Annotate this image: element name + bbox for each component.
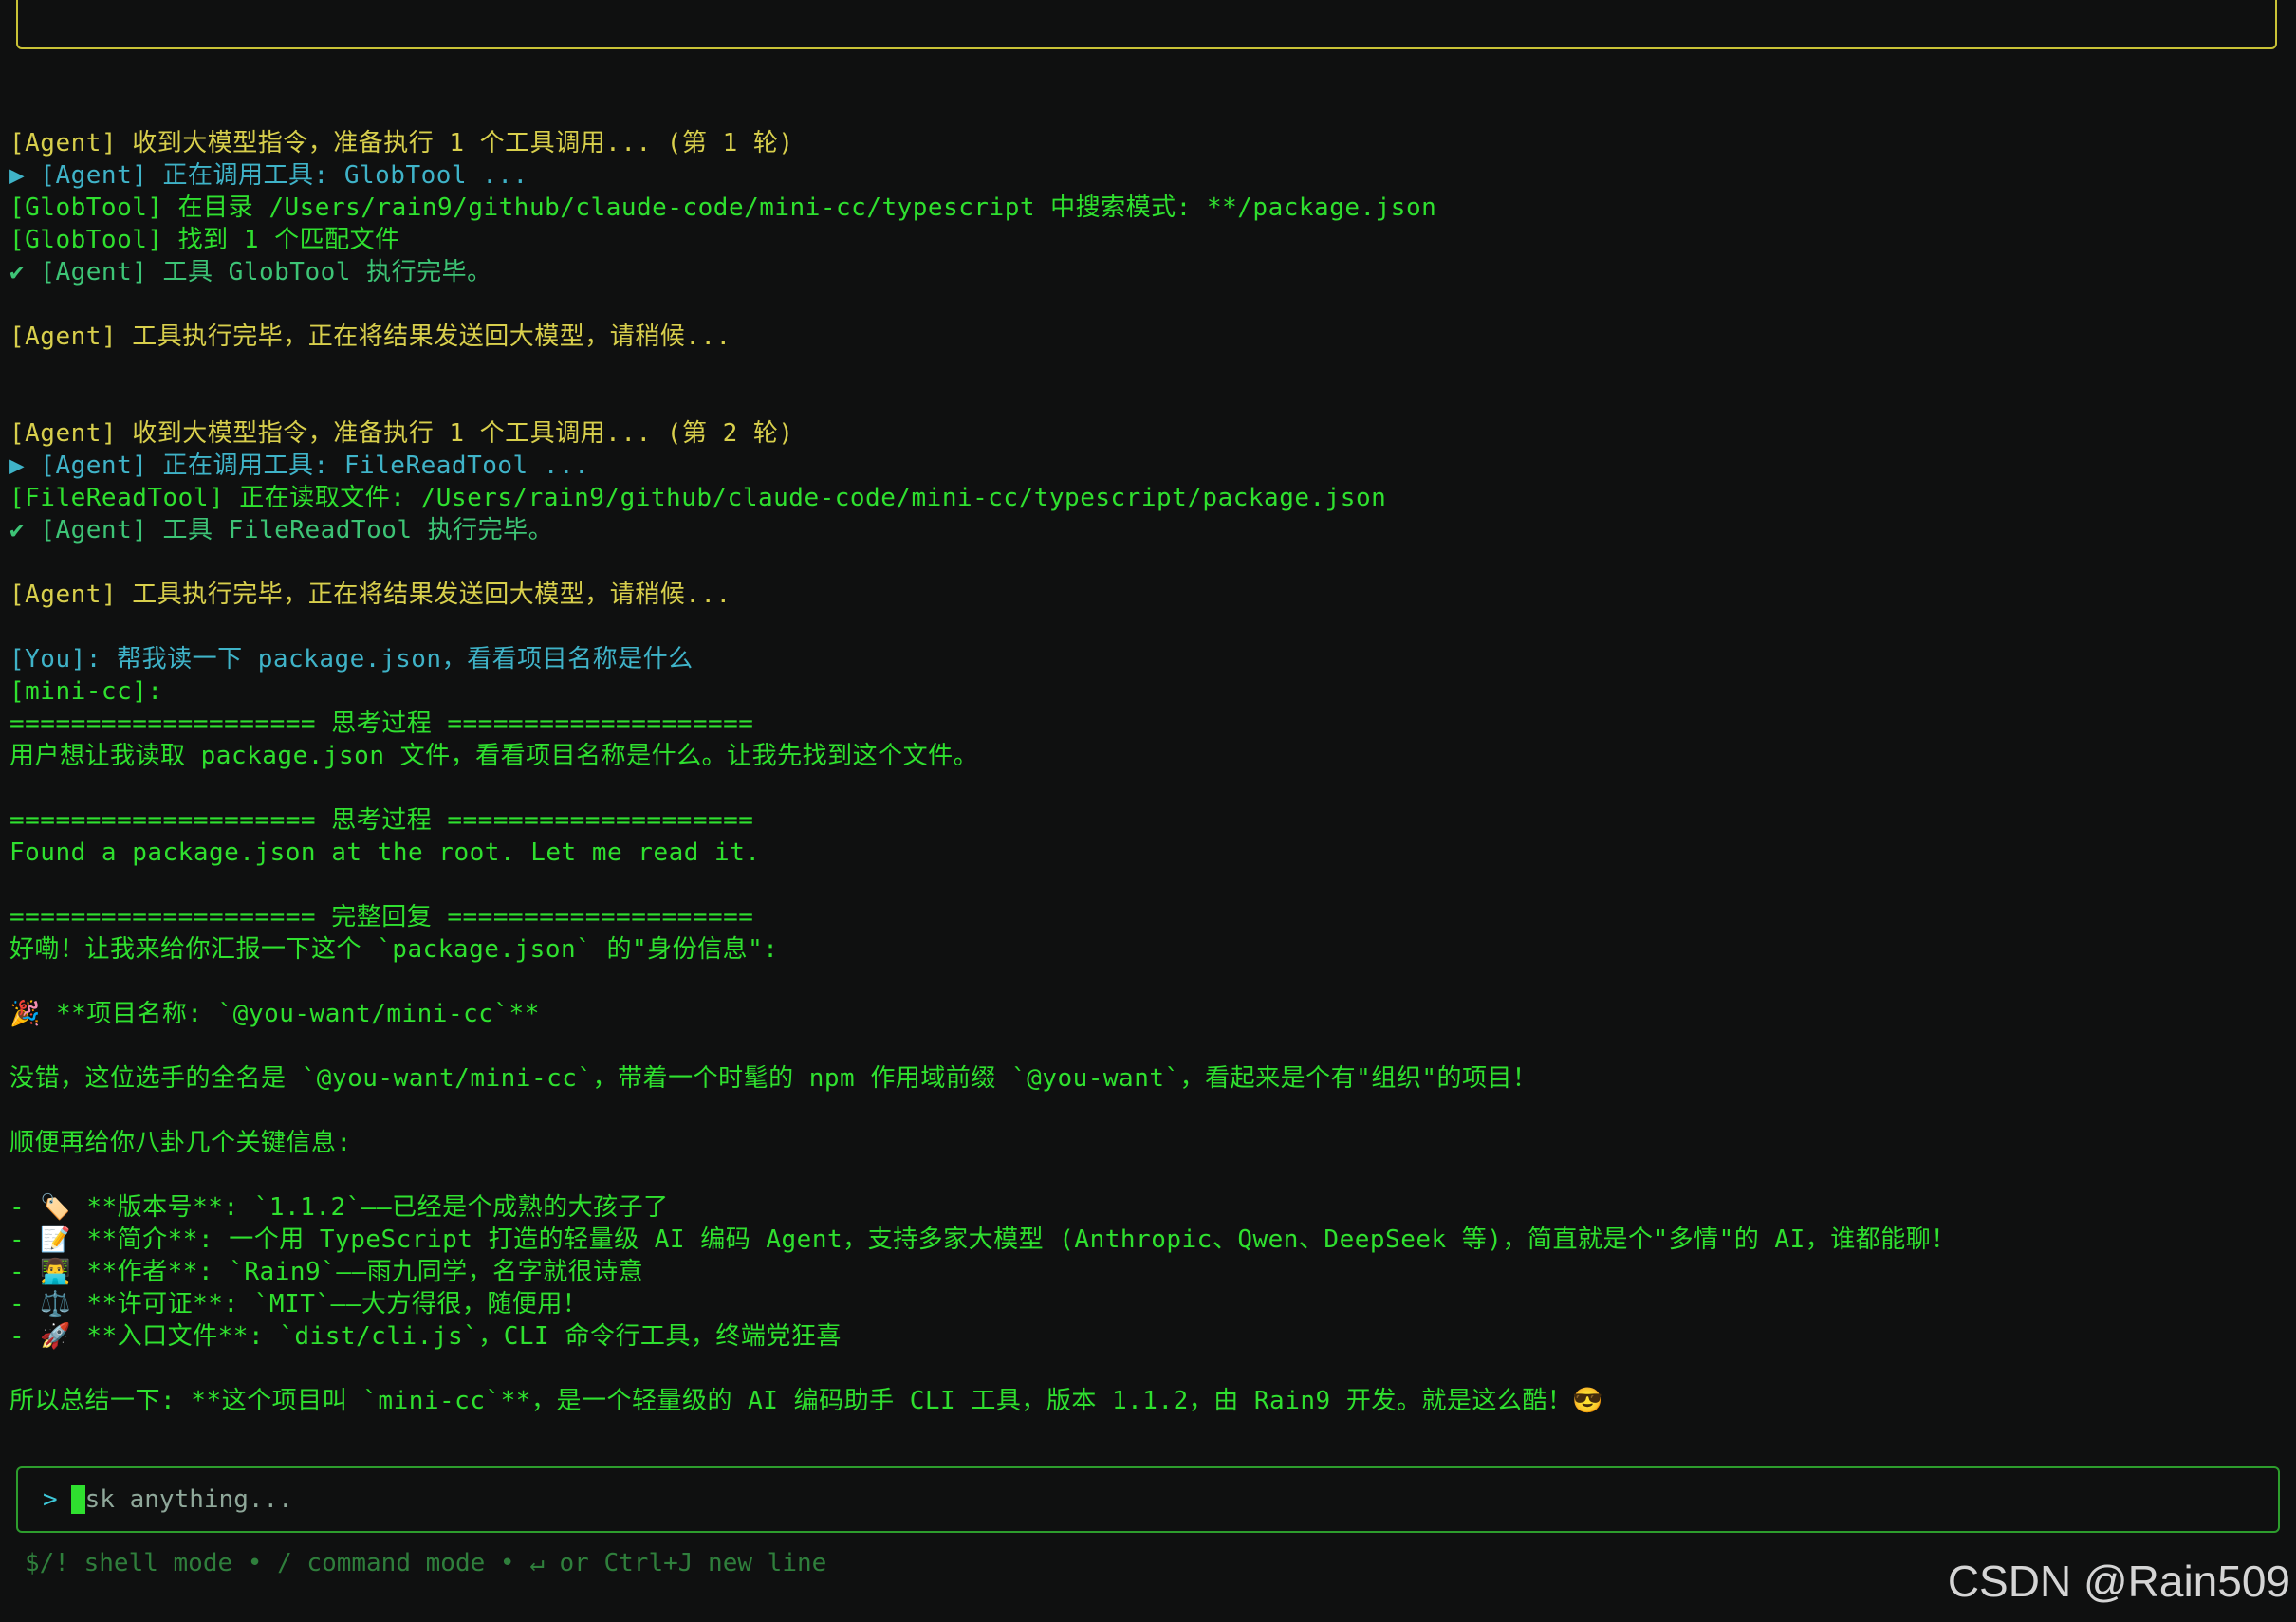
- terminal-line: [GlobTool] 在目录 /Users/rain9/github/claud…: [9, 194, 1437, 222]
- terminal-line: [FileReadTool] 正在读取文件: /Users/rain9/gith…: [9, 484, 1387, 512]
- previous-panel-border: [16, 0, 2277, 49]
- terminal-line: - 📝 **简介**: 一个用 TypeScript 打造的轻量级 AI 编码 …: [9, 1226, 1956, 1254]
- terminal-line: [Agent] 收到大模型指令，准备执行 1 个工具调用... (第 2 轮): [9, 419, 794, 448]
- terminal-line: ✔ [Agent] 工具 FileReadTool 执行完毕。: [9, 516, 554, 544]
- terminal-line: 所以总结一下: **这个项目叫 `mini-cc`**，是一个轻量级的 AI 编…: [9, 1387, 1604, 1413]
- terminal-line: - 🚀 **入口文件**: `dist/cli.js`，CLI 命令行工具，终端…: [9, 1322, 842, 1351]
- terminal-line: - 👨‍💻 **作者**: `Rain9`——雨九同学，名字就很诗意: [9, 1258, 644, 1286]
- terminal-line: ==================== 完整回复 ==============…: [9, 903, 754, 931]
- terminal-line: [Agent] 工具执行完毕，正在将结果发送回大模型，请稍候...: [9, 323, 731, 351]
- text-cursor: [70, 1485, 85, 1514]
- watermark: CSDN @Rain509: [1947, 1557, 2290, 1606]
- chat-input[interactable]: > sk anything...: [16, 1466, 2280, 1533]
- terminal-line: ==================== 思考过程 ==============…: [9, 710, 754, 738]
- keyboard-hint: $/! shell mode • / command mode • ↵ or C…: [25, 1549, 827, 1577]
- terminal-line: 顺便再给你八卦几个关键信息:: [9, 1129, 352, 1157]
- prompt-chevron-icon: >: [43, 1485, 58, 1514]
- terminal-line: ✔ [Agent] 工具 GlobTool 执行完毕。: [9, 258, 492, 286]
- terminal-line: 好嘞！让我来给你汇报一下这个 `package.json` 的"身份信息":: [9, 935, 779, 964]
- terminal-line: - ⚖️ **许可证**: `MIT`——大方得很，随便用！: [9, 1290, 588, 1318]
- terminal-line: 没错，这位选手的全名是 `@you-want/mini-cc`，带着一个时髦的 …: [9, 1064, 1538, 1093]
- terminal-line: ▶ [Agent] 正在调用工具: GlobTool ...: [9, 161, 528, 190]
- input-placeholder: sk anything...: [84, 1485, 293, 1514]
- terminal-output: [Agent] 收到大模型指令，准备执行 1 个工具调用... (第 1 轮) ▶…: [9, 95, 2277, 1413]
- terminal-line: 用户想让我读取 package.json 文件，看看项目名称是什么。让我先找到这…: [9, 742, 979, 770]
- terminal-line: Found a package.json at the root. Let me…: [9, 839, 761, 867]
- terminal-line: ▶ [Agent] 正在调用工具: FileReadTool ...: [9, 452, 590, 480]
- terminal-line: ==================== 思考过程 ==============…: [9, 806, 754, 835]
- terminal-line: [Agent] 工具执行完毕，正在将结果发送回大模型，请稍候...: [9, 581, 731, 609]
- terminal-line: 🎉 **项目名称: `@you-want/mini-cc`**: [9, 1000, 540, 1028]
- terminal-line: - 🏷️ **版本号**: `1.1.2`——已经是个成熟的大孩子了: [9, 1193, 669, 1222]
- terminal-line: [Agent] 收到大模型指令，准备执行 1 个工具调用... (第 1 轮): [9, 129, 794, 157]
- terminal-line: [mini-cc]:: [9, 677, 163, 706]
- terminal-line: [GlobTool] 找到 1 个匹配文件: [9, 226, 400, 254]
- terminal-line: [You]: 帮我读一下 package.json，看看项目名称是什么: [9, 645, 694, 673]
